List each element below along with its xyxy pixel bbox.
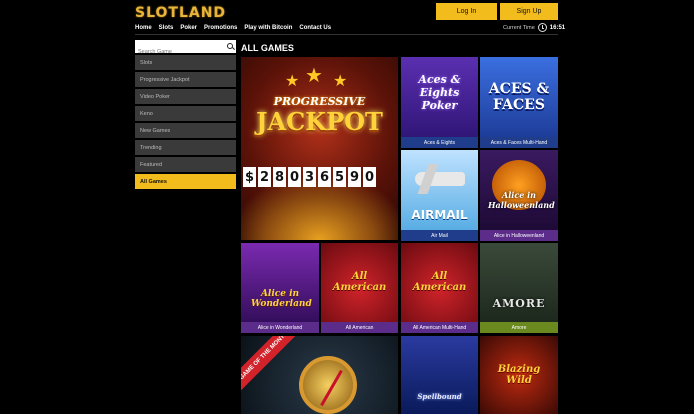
header-divider	[135, 34, 558, 35]
game-art: Alice in Halloweenland	[480, 150, 558, 230]
nav-poker[interactable]: Poker	[180, 25, 197, 31]
game-art-title: Alice in Wonderland	[251, 289, 312, 309]
game-art-title: AIRMAIL	[411, 208, 468, 222]
page-title: ALL GAMES	[241, 43, 294, 53]
game-tile-blazing-wild[interactable]: Blazing Wild	[480, 336, 558, 414]
game-art-title: Blazing Wild	[497, 364, 541, 386]
slotland-logo[interactable]: SLOTLAND	[135, 5, 226, 21]
category-featured[interactable]: Featured	[135, 157, 236, 172]
compass-icon	[299, 356, 357, 414]
jackpot-digit: 0	[288, 167, 301, 187]
game-title: All American Multi-Hand	[401, 322, 478, 333]
game-art: Blazing Wild	[480, 336, 558, 414]
game-art: Alice in Wonderland	[241, 243, 319, 322]
jackpot-digit: 0	[363, 167, 376, 187]
jackpot-digit: 2	[258, 167, 271, 187]
nav-contact-us[interactable]: Contact Us	[299, 25, 331, 31]
game-tile-alice-in-halloweenland[interactable]: Alice in Halloweenland Alice in Hallowee…	[480, 150, 558, 241]
jackpot-digit: 8	[273, 167, 286, 187]
game-art-title: All American	[412, 271, 467, 293]
current-time: Current Time 16:51	[503, 23, 565, 32]
game-art-title: Spellbound	[417, 392, 462, 401]
jackpot-digit: 6	[318, 167, 331, 187]
nav-play-with-bitcoin[interactable]: Play with Bitcoin	[244, 25, 292, 31]
current-time-label: Current Time	[503, 24, 535, 31]
category-keno[interactable]: Keno	[135, 106, 236, 121]
game-title: Amore	[480, 322, 558, 333]
game-tile-aces-eights[interactable]: Aces & Eights Poker Aces & Eights	[401, 57, 478, 148]
category-slots[interactable]: Slots	[135, 55, 236, 70]
game-tile-air-mail[interactable]: AIRMAIL Air Mail	[401, 150, 478, 241]
current-time-value: 16:51	[549, 24, 566, 31]
jackpot-digit: 3	[303, 167, 316, 187]
game-art-title: All American	[332, 271, 387, 293]
game-art-title: AMORE	[492, 297, 546, 310]
game-art: Spellbound	[401, 336, 478, 414]
jackpot-digit: 5	[333, 167, 346, 187]
game-tile-amore[interactable]: AMORE Amore	[480, 243, 558, 333]
game-title: Alice in Halloweenland	[480, 230, 558, 241]
star-icon: ★	[305, 65, 323, 87]
game-art-title: Alice in Halloweenland	[488, 190, 555, 210]
category-all-games[interactable]: All Games	[135, 174, 236, 189]
nav-slots[interactable]: Slots	[159, 25, 174, 31]
signup-button[interactable]: Sign Up	[500, 3, 558, 20]
game-tile-alice-in-wonderland[interactable]: Alice in Wonderland Alice in Wonderland	[241, 243, 319, 333]
category-progressive-jackpot[interactable]: Progressive Jackpot	[135, 72, 236, 87]
game-art-title: ACES & FACES	[488, 81, 550, 113]
game-art: AIRMAIL	[401, 150, 478, 230]
category-new-games[interactable]: New Games	[135, 123, 236, 138]
game-art: All American	[321, 243, 398, 322]
nav-promotions[interactable]: Promotions	[204, 25, 237, 31]
game-tile-all-american[interactable]: All American All American	[321, 243, 398, 333]
game-art: AMORE	[480, 243, 558, 322]
game-art: All American	[401, 243, 478, 322]
compass-needle	[320, 369, 343, 407]
clock-icon	[537, 23, 547, 32]
game-tile-owl[interactable]: Spellbound	[401, 336, 478, 414]
jackpot-counter: $ 2 8 0 3 6 5 9 0	[243, 167, 376, 187]
game-title: Aces & Eights	[401, 137, 478, 148]
main-nav: Home Slots Poker Promotions Play with Bi…	[135, 25, 331, 31]
gold-coins-image	[241, 180, 398, 240]
jackpot-digit: $	[243, 167, 256, 187]
game-title: Aces & Faces Multi-Hand	[480, 137, 558, 148]
game-tile-all-american-multi-hand[interactable]: All American All American Multi-Hand	[401, 243, 478, 333]
star-icon: ★	[285, 73, 300, 90]
progressive-jackpot-banner[interactable]: ★ ★ ★ PROGRESSIVE JACKPOT	[241, 57, 398, 240]
jackpot-digit: 9	[348, 167, 361, 187]
category-video-poker[interactable]: Video Poker	[135, 89, 236, 104]
category-trending[interactable]: Trending	[135, 140, 236, 155]
game-tile-aces-faces-multi-hand[interactable]: ACES & FACES Aces & Faces Multi-Hand	[480, 57, 558, 148]
game-art-title: Aces & Eights Poker	[418, 73, 461, 112]
game-of-the-month-banner[interactable]: GAME OF THE MONTH	[241, 336, 398, 414]
game-of-the-month-ribbon: GAME OF THE MONTH	[241, 336, 302, 394]
game-title: Air Mail	[401, 230, 478, 241]
star-icon: ★	[333, 73, 348, 90]
login-button[interactable]: Log In	[436, 3, 497, 20]
nav-home[interactable]: Home	[135, 25, 152, 31]
game-art: Aces & Eights Poker	[401, 57, 478, 137]
search-box	[135, 40, 236, 59]
jackpot-title: JACKPOT	[256, 107, 383, 136]
game-art: ACES & FACES	[480, 57, 558, 137]
game-title: All American	[321, 322, 398, 333]
search-icon[interactable]	[227, 43, 233, 49]
game-title: Alice in Wonderland	[241, 322, 319, 333]
